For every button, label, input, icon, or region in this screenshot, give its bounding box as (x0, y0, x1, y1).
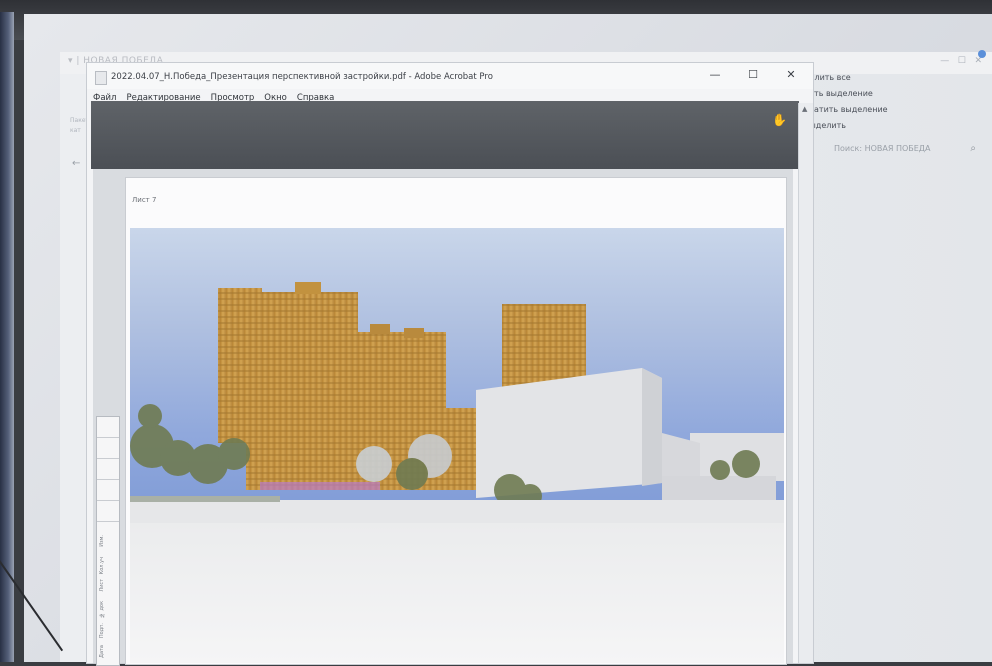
pdf-page: Лист 7 Изм. Кол.уч Лист № док Подп. Дата (96, 177, 787, 666)
stamp-label: Кол.уч (99, 557, 105, 575)
explorer-search-input[interactable]: Поиск: НОВАЯ ПОБЕДА ⌕ (820, 142, 980, 158)
acrobat-window: 2022.04.07_Н.Победа_Презентация перспект… (86, 62, 814, 666)
acrobat-titlebar: 2022.04.07_Н.Победа_Презентация перспект… (87, 63, 813, 89)
stamp-label: Изм. (99, 535, 105, 547)
back-arrow-icon[interactable]: ← (72, 158, 80, 169)
vertical-scrollbar[interactable]: ▲ (798, 103, 813, 663)
ribbon-select-all[interactable]: делить все (804, 70, 992, 86)
help-icon[interactable] (978, 50, 986, 58)
ribbon-select[interactable]: Выделить (804, 118, 992, 134)
ribbon-invert-selection[interactable]: братить выделение (804, 102, 992, 118)
scroll-up-icon[interactable]: ▲ (802, 105, 807, 113)
document-area[interactable]: Лист 7 Изм. Кол.уч Лист № док Подп. Дата (93, 169, 793, 666)
close-icon[interactable]: ✕ (777, 65, 805, 85)
maximize-icon[interactable]: ☐ (739, 65, 767, 85)
page-label: Лист 7 (132, 196, 157, 204)
stamp-label: Лист (99, 579, 105, 592)
rendering-image (130, 282, 784, 523)
explorer-window-controls[interactable]: — ☐ ✕ (940, 56, 982, 66)
plaza-foreground (130, 523, 784, 663)
acrobat-title: 2022.04.07_Н.Победа_Презентация перспект… (111, 72, 493, 82)
tower-right (502, 304, 586, 388)
hand-tool-icon[interactable]: ✋ (772, 113, 787, 127)
minimize-icon[interactable]: — (701, 65, 729, 85)
explorer-ribbon: делить все нять выделение братить выделе… (804, 70, 992, 134)
architectural-rendering (130, 228, 784, 523)
pdf-icon (95, 71, 107, 85)
stamp-label: Дата (99, 645, 105, 658)
stamp-label: № док (99, 601, 105, 619)
acrobat-window-controls: — ☐ ✕ (701, 65, 805, 85)
search-placeholder: Поиск: НОВАЯ ПОБЕДА (834, 144, 931, 153)
acrobat-toolbar: ✋ (91, 101, 799, 169)
stamp-label: Подп. (99, 623, 105, 639)
search-icon[interactable]: ⌕ (970, 143, 976, 154)
title-block-stamp: Изм. Кол.уч Лист № док Подп. Дата (96, 416, 120, 666)
ribbon-deselect[interactable]: нять выделение (804, 86, 992, 102)
